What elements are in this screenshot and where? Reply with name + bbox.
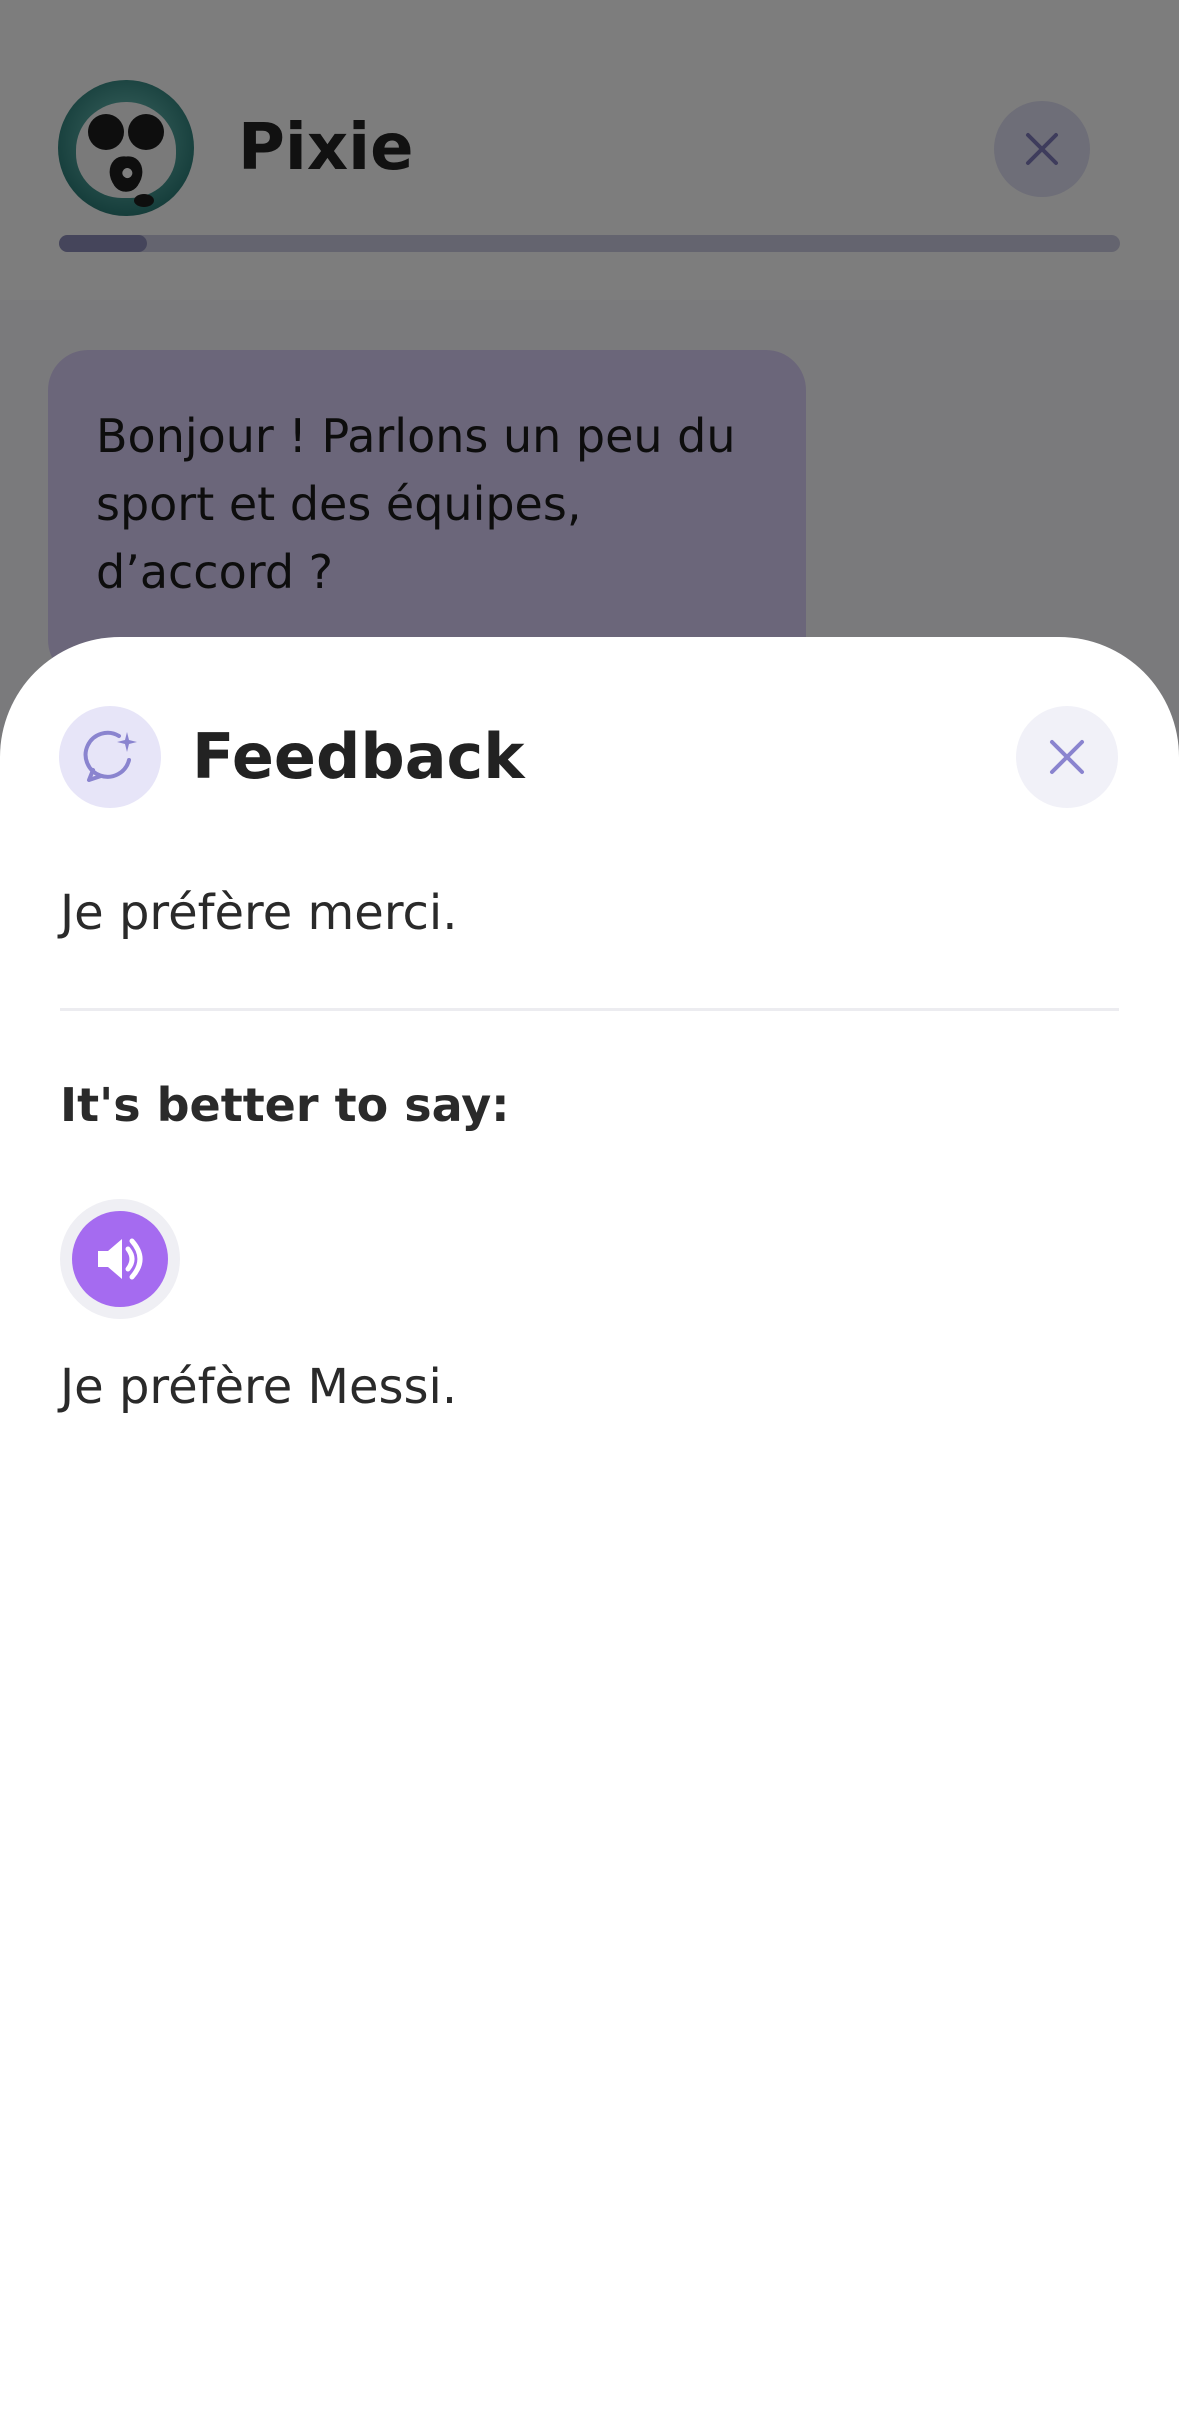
feedback-title: Feedback (192, 720, 525, 793)
play-audio-button[interactable] (60, 1199, 180, 1319)
feedback-close-button[interactable] (1016, 706, 1118, 808)
screen: Pixie Bonjour ! Parlons un peu du sport … (0, 0, 1179, 2426)
user-sentence: Je préfère merci. (60, 885, 458, 941)
close-icon (1050, 740, 1084, 774)
divider (60, 1008, 1119, 1011)
corrected-sentence: Je préfère Messi. (60, 1359, 458, 1415)
speaker-icon (98, 1238, 143, 1280)
better-to-say-label: It's better to say: (60, 1078, 510, 1132)
feedback-sheet: Feedback Je préfère merci. It's better t… (0, 637, 1179, 2426)
chat-sparkle-icon (59, 706, 161, 808)
